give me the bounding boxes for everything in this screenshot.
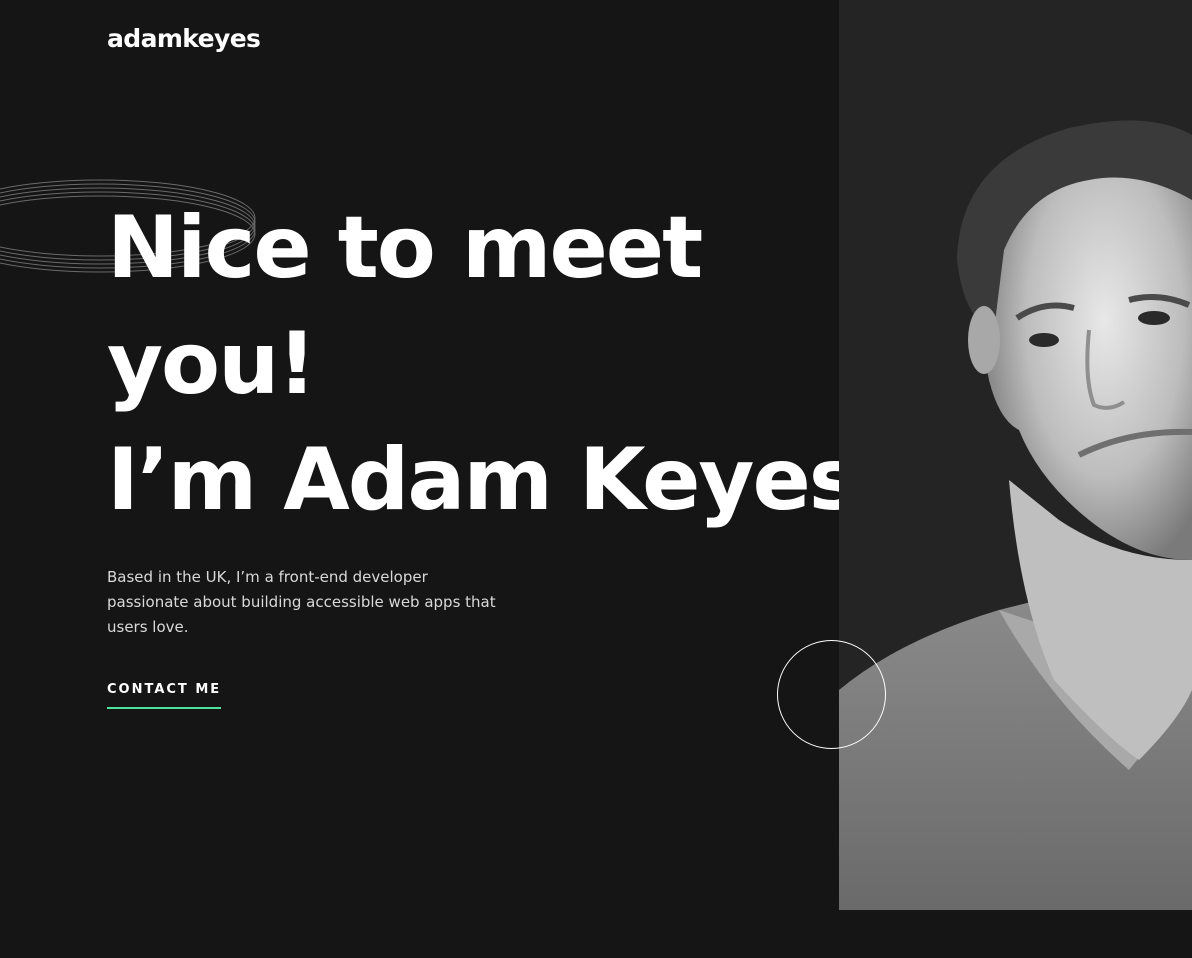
headline-line-2: you! [107,314,317,414]
headline-line-1: Nice to meet [107,198,703,298]
profile-portrait-image [839,0,1192,910]
circle-outline-decoration [777,640,886,749]
headline-line-3: I’m Adam Keyes. [107,422,891,538]
hero-headline: Nice to meet you! I’m Adam Keyes. [107,190,891,538]
headline-prefix: I’m [107,430,284,530]
headline-name-text: Adam Keyes [283,430,860,530]
site-logo[interactable]: adamkeyes [107,24,261,53]
contact-me-link[interactable]: CONTACT ME [107,682,222,709]
portrait-panel [839,0,1192,910]
intro-paragraph: Based in the UK, I’m a front-end develop… [107,568,496,636]
headline-name: Adam Keyes. [279,422,891,538]
